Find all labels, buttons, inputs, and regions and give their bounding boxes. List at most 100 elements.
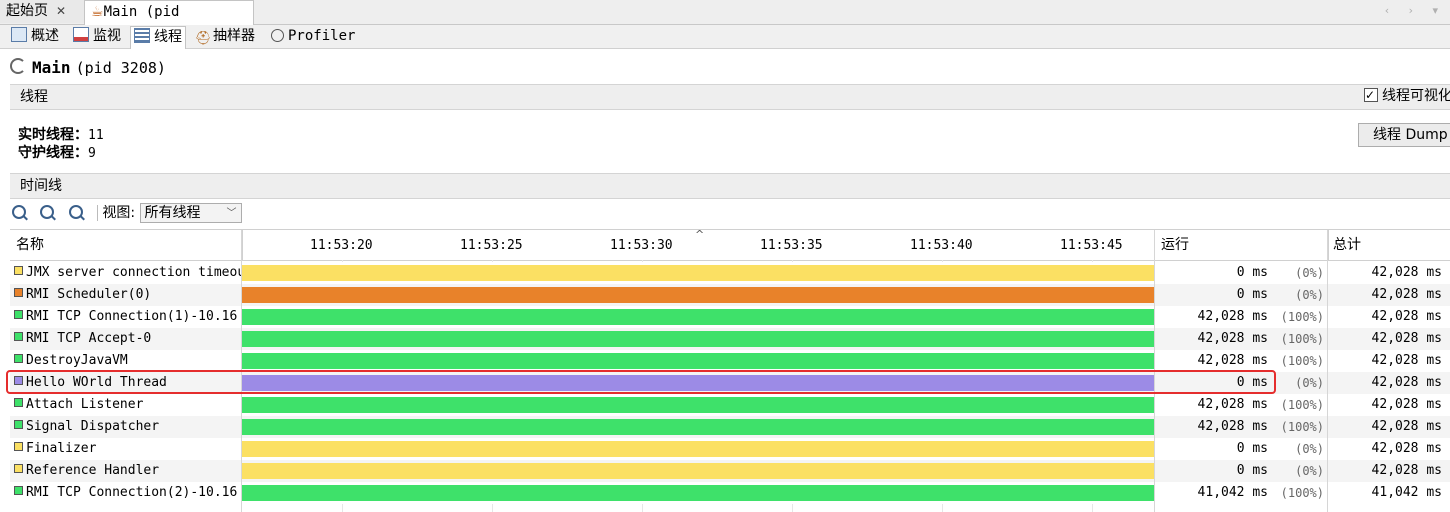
thread-name: DestroyJavaVM: [14, 350, 242, 372]
thread-dump-button[interactable]: 线程 Dump: [1358, 123, 1450, 147]
thread-state-bar: [242, 331, 1154, 347]
thread-running-percent: (100%): [1280, 486, 1324, 500]
profiler-icon: [271, 29, 284, 42]
view-select[interactable]: 所有线程 ﹀: [139, 203, 242, 223]
tab-threads[interactable]: 线程: [130, 26, 186, 49]
thread-running-percent: (100%): [1280, 398, 1324, 412]
thread-running-time: 0 ms: [1236, 265, 1268, 280]
checkbox-checked-icon[interactable]: [1364, 85, 1378, 105]
threads-section-title: 线程: [20, 89, 48, 105]
column-divider: [1327, 230, 1328, 512]
thread-total-time: 42,028 ms: [1371, 287, 1442, 302]
document-tab-bar: 起始页 ✕ ☕Main (pid 3208)✕ ‹ › ▾: [0, 0, 1450, 42]
chevron-down-icon: ﹀: [226, 208, 237, 219]
thread-row[interactable]: Finalizer 0 ms (0%) 42,028 ms: [10, 438, 1450, 460]
thread-row[interactable]: RMI Scheduler(0) 0 ms (0%) 42,028 ms: [10, 284, 1450, 306]
thread-state-bar: [242, 353, 1154, 369]
thread-visualization-toggle[interactable]: 线程可视化: [1364, 85, 1450, 106]
zoom-in-icon[interactable]: [12, 205, 26, 219]
tab-main-process[interactable]: ☕Main (pid 3208)✕: [84, 0, 254, 42]
thread-total-time: 42,028 ms: [1371, 419, 1442, 434]
thread-total-time: 42,028 ms: [1371, 441, 1442, 456]
thread-row[interactable]: Attach Listener 42,028 ms (100%) 42,028 ms: [10, 394, 1450, 416]
tab-start-page[interactable]: 起始页 ✕: [0, 0, 89, 23]
tab-threads-label: 线程: [154, 29, 182, 45]
column-header-name-label: 名称: [16, 237, 44, 253]
thread-name-label: Signal Dispatcher: [26, 419, 160, 434]
thread-state-swatch-icon: [14, 420, 23, 429]
thread-total-time: 42,028 ms: [1371, 397, 1442, 412]
view-label: 视图:: [102, 205, 136, 221]
column-header-running[interactable]: 运行: [1154, 230, 1334, 261]
thread-state-swatch-icon: [14, 288, 23, 297]
thread-running-percent: (0%): [1295, 288, 1324, 302]
thread-running-time: 42,028 ms: [1197, 309, 1268, 324]
thread-row[interactable]: RMI TCP Accept-0 42,028 ms (100%) 42,028 ms: [10, 328, 1450, 350]
thread-row[interactable]: DestroyJavaVM 42,028 ms (100%) 42,028 ms: [10, 350, 1450, 372]
column-header-name[interactable]: 名称: [10, 230, 247, 261]
thread-state-swatch-icon: [14, 398, 23, 407]
column-header-total[interactable]: 总计: [1328, 230, 1450, 261]
sort-caret-icon: ^: [695, 228, 705, 241]
thread-running-percent: (100%): [1280, 310, 1324, 324]
close-icon[interactable]: ✕: [56, 4, 66, 18]
column-header-total-label: 总计: [1333, 237, 1361, 253]
thread-row[interactable]: RMI TCP Connection(1)-10.16 42,028 ms (100…: [10, 306, 1450, 328]
thread-total-time: 41,042 ms: [1371, 485, 1442, 500]
thread-total-time: 42,028 ms: [1371, 309, 1442, 324]
live-threads-value: 11: [88, 128, 104, 143]
threads-icon: [134, 28, 150, 43]
thread-name: RMI TCP Accept-0: [14, 328, 242, 350]
zoom-out-icon[interactable]: [40, 205, 55, 219]
tab-scroll-arrows-icon[interactable]: ‹ › ▾: [1385, 0, 1446, 22]
thread-row[interactable]: Signal Dispatcher 42,028 ms (100%) 42,028 m…: [10, 416, 1450, 438]
thread-name: Reference Handler: [14, 460, 242, 482]
thread-row[interactable]: RMI TCP Connection(2)-10.16 41,042 ms (100…: [10, 482, 1450, 504]
sampler-icon: ⛑: [195, 31, 212, 46]
thread-state-bar: [242, 463, 1154, 479]
time-tick-label: 11:53:40: [910, 238, 973, 253]
time-tick-label: 11:53:45: [1060, 238, 1123, 253]
live-threads-label: 实时线程：: [18, 127, 88, 143]
daemon-threads-stat: 守护线程：9: [18, 142, 96, 162]
java-cup-icon: ☕: [91, 4, 104, 20]
time-tick-label: 11:53:35: [760, 238, 823, 253]
live-threads-stat: 实时线程：11: [18, 124, 104, 144]
tab-sampler[interactable]: ⛑抽样器: [192, 26, 258, 47]
thread-state-swatch-icon: [14, 310, 23, 319]
thread-visualization-label: 线程可视化: [1382, 88, 1450, 104]
thread-running-time: 0 ms: [1236, 441, 1268, 456]
tab-profiler[interactable]: Profiler: [268, 26, 358, 47]
thread-name-label: Reference Handler: [26, 463, 160, 478]
thread-row[interactable]: Reference Handler 0 ms (0%) 42,028 ms: [10, 460, 1450, 482]
timeline-section-header: 时间线: [10, 173, 1450, 199]
zoom-fit-icon[interactable]: [68, 205, 83, 219]
thread-state-bar: [242, 485, 1154, 501]
tab-monitor[interactable]: 监视: [70, 26, 124, 47]
column-header-timeline[interactable]: ^: [242, 228, 1155, 261]
thread-name: JMX server connection timeout: [14, 262, 242, 284]
tab-overview[interactable]: 概述: [8, 26, 62, 47]
timeline-section-title: 时间线: [20, 178, 62, 194]
thread-name: RMI TCP Connection(1)-10.16: [14, 306, 242, 328]
thread-running-percent: (100%): [1280, 332, 1324, 346]
thread-running-time: 42,028 ms: [1197, 331, 1268, 346]
thread-state-bar: [242, 441, 1154, 457]
thread-state-swatch-icon: [14, 332, 23, 341]
thread-state-swatch-icon: [14, 442, 23, 451]
thread-state-bar: [242, 287, 1154, 303]
tab-profiler-label: Profiler: [288, 28, 356, 44]
thread-state-swatch-icon: [14, 354, 23, 363]
view-tab-bar: 概述 监视 线程 ⛑抽样器 Profiler: [0, 25, 1450, 49]
thread-name: Finalizer: [14, 438, 242, 460]
thread-running-percent: (100%): [1280, 354, 1324, 368]
thread-name-label: RMI TCP Connection(1)-10.16: [26, 309, 238, 324]
thread-state-swatch-icon: [14, 266, 23, 275]
tab-overview-label: 概述: [31, 28, 59, 44]
toolbar-divider: [97, 205, 99, 221]
thread-name-label: Finalizer: [26, 441, 97, 456]
thread-row[interactable]: JMX server connection timeout 0 ms (0%) 42,…: [10, 262, 1450, 284]
timeline-toolbar: 视图: 所有线程 ﹀: [12, 201, 242, 225]
tab-start-page-label: 起始页: [6, 3, 48, 19]
thread-running-percent: (0%): [1295, 266, 1324, 280]
